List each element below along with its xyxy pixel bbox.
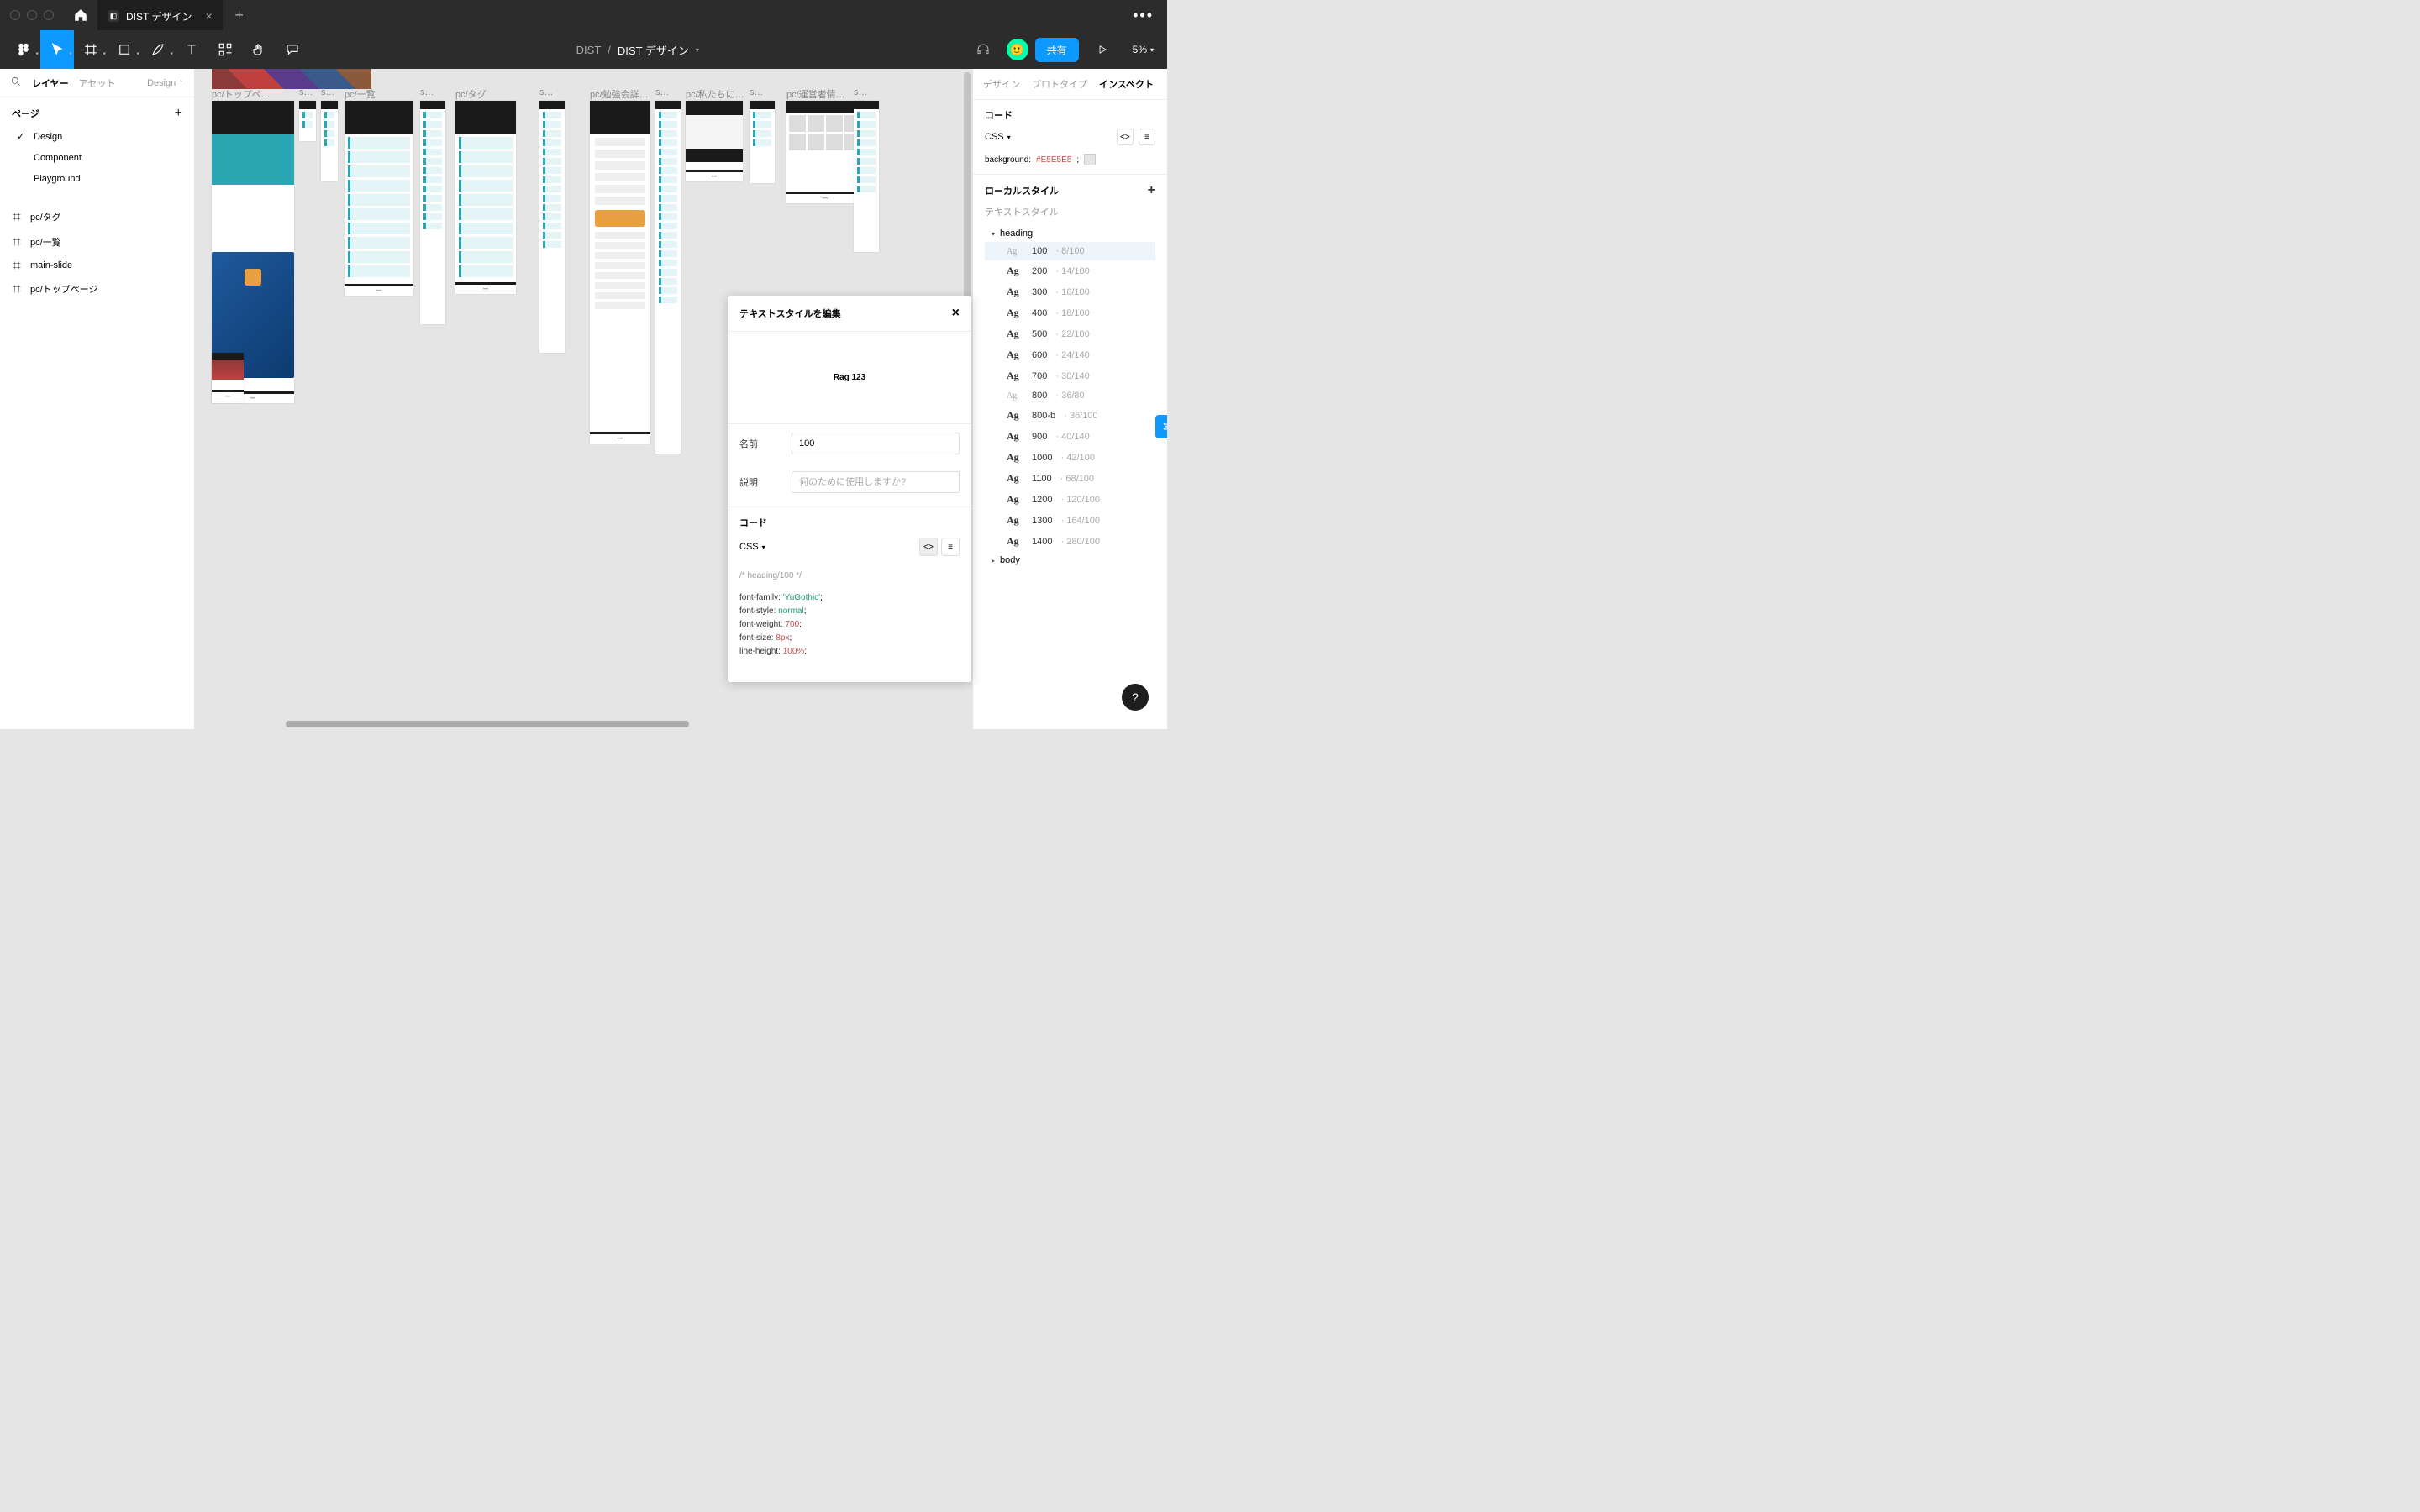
chevron-down-icon: ▾ bbox=[1007, 134, 1011, 141]
pages-header: ページ + bbox=[0, 97, 194, 126]
color-swatch[interactable] bbox=[1084, 154, 1096, 165]
add-page-button[interactable]: + bbox=[175, 106, 182, 121]
document-tab[interactable]: ◧ DIST デザイン × bbox=[97, 0, 223, 30]
tab-layers[interactable]: レイヤー bbox=[32, 76, 69, 90]
chevron-down-icon: ▾ bbox=[762, 543, 765, 551]
code-icon[interactable]: <> bbox=[1117, 129, 1134, 145]
home-button[interactable] bbox=[64, 0, 97, 30]
text-style-item[interactable]: Ag300· 16/100 bbox=[985, 281, 1155, 302]
tab-prototype[interactable]: プロトタイプ bbox=[1032, 77, 1087, 91]
new-tab-button[interactable]: + bbox=[223, 7, 256, 24]
text-style-item[interactable]: Ag900· 40/140 bbox=[985, 426, 1155, 447]
search-icon[interactable] bbox=[10, 76, 22, 90]
figma-menu[interactable]: ▾ bbox=[7, 30, 40, 69]
style-group-body[interactable]: ▸ body bbox=[985, 552, 1155, 569]
breadcrumb[interactable]: DIST / DIST デザイン ▾ bbox=[309, 42, 966, 58]
tab-design[interactable]: デザイン bbox=[983, 77, 1020, 91]
tab-inspect[interactable]: インスペクト bbox=[1099, 77, 1154, 91]
frame[interactable]: pc/運営者情… bbox=[786, 101, 864, 203]
frame[interactable]: s… bbox=[299, 101, 316, 141]
hand-tool[interactable] bbox=[242, 30, 276, 69]
chevron-down-icon: ▾ bbox=[1150, 46, 1154, 54]
list-icon[interactable]: ≡ bbox=[941, 538, 960, 556]
frame[interactable]: pc/私たちに… bbox=[686, 101, 743, 181]
page-select[interactable]: Design⌃ bbox=[147, 78, 184, 88]
frame[interactable]: pc/一覧 bbox=[345, 101, 413, 296]
chevron-down-icon: ▾ bbox=[696, 46, 699, 54]
list-icon[interactable]: ≡ bbox=[1139, 129, 1155, 145]
frame[interactable]: pc/タグ bbox=[455, 101, 516, 294]
resources-tool[interactable] bbox=[208, 30, 242, 69]
text-style-item[interactable]: Ag1200· 120/100 bbox=[985, 489, 1155, 510]
disclosure-icon: ▾ bbox=[992, 230, 995, 238]
code-line: background: #E5E5E5; bbox=[985, 154, 1155, 165]
frame[interactable]: pc/勉強会詳… bbox=[590, 101, 650, 444]
disclosure-icon: ▸ bbox=[992, 557, 995, 564]
frame[interactable]: s… bbox=[655, 101, 681, 454]
shape-tool[interactable]: ▾ bbox=[108, 30, 141, 69]
close-icon[interactable]: × bbox=[952, 306, 960, 321]
right-panel: デザイン プロトタイプ インスペクト コード CSS ▾ <> ≡ backgr… bbox=[972, 69, 1167, 729]
zoom-control[interactable]: 5%▾ bbox=[1126, 44, 1160, 55]
style-name-input[interactable] bbox=[792, 433, 960, 454]
share-button[interactable]: 共有 bbox=[1035, 38, 1079, 62]
page-item[interactable]: ✓Component bbox=[0, 147, 194, 168]
text-style-item[interactable]: Ag400· 18/100 bbox=[985, 302, 1155, 323]
text-style-item[interactable]: Ag100· 8/100 bbox=[985, 242, 1155, 260]
titlebar: ◧ DIST デザイン × + ••• bbox=[0, 0, 1167, 30]
text-style-item[interactable]: Ag800· 36/80 bbox=[985, 386, 1155, 405]
move-tool[interactable]: ▾ bbox=[40, 30, 74, 69]
frame[interactable]: s… bbox=[854, 101, 879, 252]
scrollbar-horizontal[interactable] bbox=[195, 719, 972, 729]
text-style-item[interactable]: Ag800-b· 36/100 bbox=[985, 405, 1155, 426]
edit-text-style-modal: テキストスタイルを編集 × Rag 123 名前 説明 コード CSS ▾ <>… bbox=[728, 296, 971, 682]
layer-item[interactable]: pc/トップページ bbox=[0, 276, 194, 302]
code-icon[interactable]: <> bbox=[919, 538, 938, 556]
doc-icon: ◧ bbox=[108, 10, 119, 22]
text-style-item[interactable]: Ag200· 14/100 bbox=[985, 260, 1155, 281]
present-button[interactable] bbox=[1086, 30, 1119, 69]
page-item[interactable]: ✓Design bbox=[0, 126, 194, 147]
layer-item[interactable]: main-slide bbox=[0, 255, 194, 276]
text-style-item[interactable]: Ag700· 30/140 bbox=[985, 365, 1155, 386]
text-style-item[interactable]: Ag600· 24/140 bbox=[985, 344, 1155, 365]
code-block: /* heading/100 */ font-family: 'YuGothic… bbox=[728, 561, 971, 667]
left-panel: レイヤー アセット Design⌃ ページ + ✓Design✓Componen… bbox=[0, 69, 195, 729]
frame-tool[interactable]: ▾ bbox=[74, 30, 108, 69]
avatar[interactable]: 🙂 bbox=[1007, 39, 1028, 60]
close-tab-icon[interactable]: × bbox=[205, 9, 212, 23]
text-style-item[interactable]: Ag500· 22/100 bbox=[985, 323, 1155, 344]
text-style-item[interactable]: Ag1100· 68/100 bbox=[985, 468, 1155, 489]
frame[interactable]: s… bbox=[420, 101, 445, 324]
text-style-item[interactable]: Ag1000· 42/100 bbox=[985, 447, 1155, 468]
help-button[interactable]: ? bbox=[1122, 684, 1149, 711]
text-tool[interactable] bbox=[175, 30, 208, 69]
text-style-item[interactable]: Ag1300· 164/100 bbox=[985, 510, 1155, 531]
audio-icon[interactable] bbox=[966, 30, 1000, 69]
comment-tool[interactable] bbox=[276, 30, 309, 69]
window-controls[interactable] bbox=[0, 10, 64, 20]
style-group-heading[interactable]: ▾ heading bbox=[985, 225, 1155, 242]
filter-button[interactable] bbox=[1155, 415, 1167, 438]
style-desc-input[interactable] bbox=[792, 471, 960, 493]
text-style-item[interactable]: Ag1400· 280/100 bbox=[985, 531, 1155, 552]
layer-item[interactable]: pc/タグ bbox=[0, 204, 194, 229]
toolbar: ▾ ▾ ▾ ▾ ▾ DIST / DIST デザイン ▾ 🙂 共有 5%▾ bbox=[0, 30, 1167, 69]
tab-title: DIST デザイン bbox=[126, 9, 192, 24]
pen-tool[interactable]: ▾ bbox=[141, 30, 175, 69]
tab-assets[interactable]: アセット bbox=[79, 76, 116, 90]
app-menu-icon[interactable]: ••• bbox=[1119, 7, 1167, 24]
add-style-button[interactable]: + bbox=[1148, 183, 1155, 198]
frame[interactable]: s… bbox=[750, 101, 775, 183]
frame[interactable]: s… bbox=[321, 101, 338, 181]
page-item[interactable]: ✓Playground bbox=[0, 168, 194, 189]
style-preview: Rag 123 bbox=[728, 332, 971, 424]
layer-item[interactable]: pc/一覧 bbox=[0, 229, 194, 255]
frame[interactable]: s… bbox=[539, 101, 565, 353]
